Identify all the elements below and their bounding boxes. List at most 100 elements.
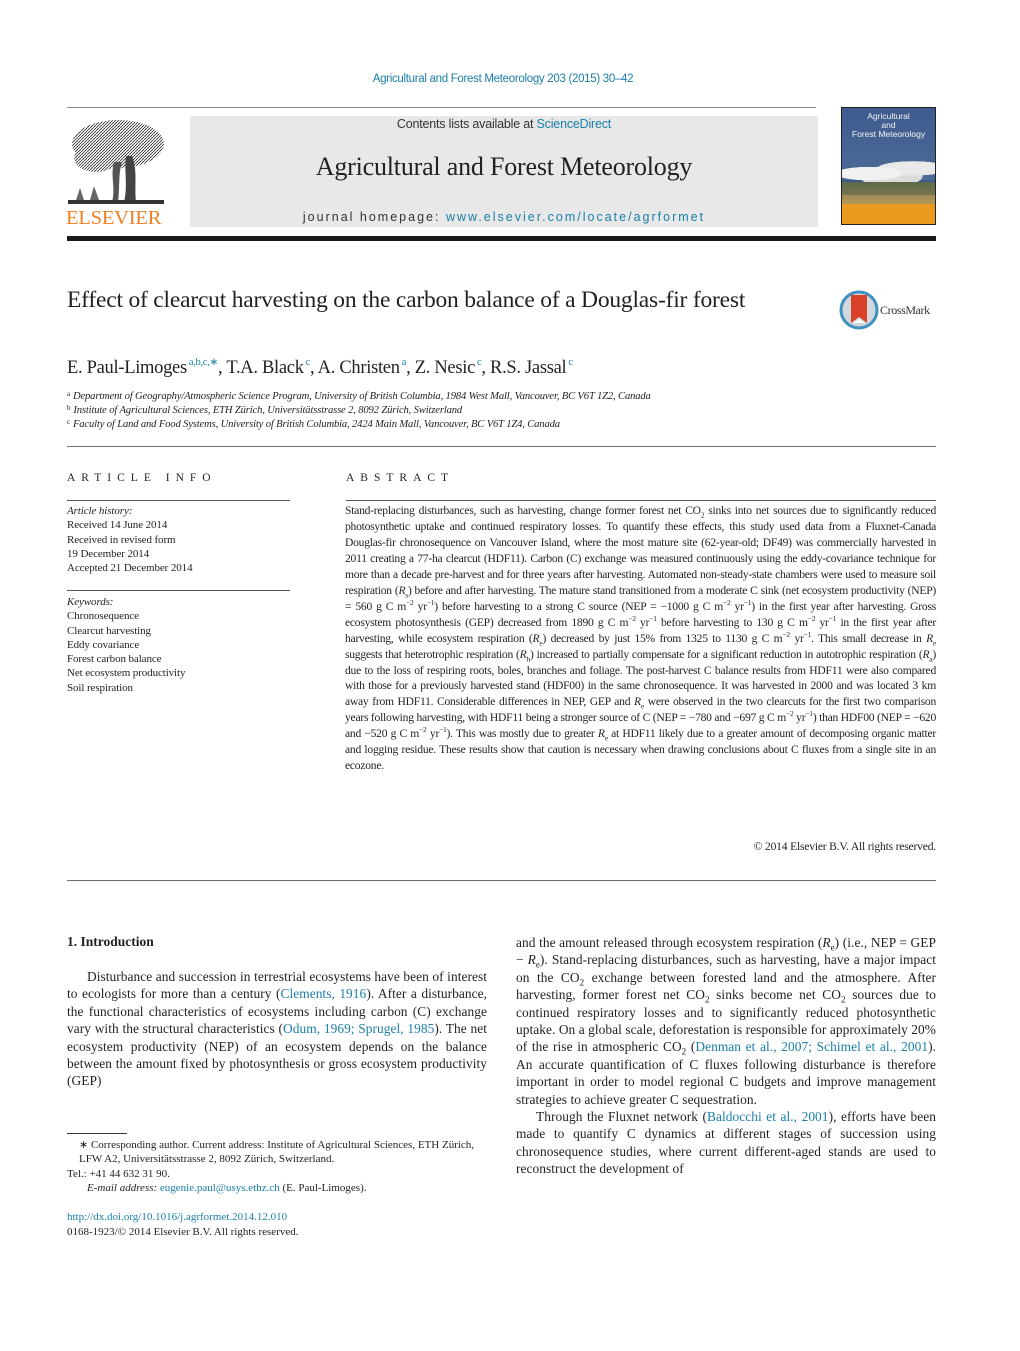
citation-link[interactable]: Denman et al., 2007; Schimel et al., 200… (695, 1039, 928, 1054)
author-name: A. Christen (317, 358, 400, 378)
subscript: e (830, 942, 835, 953)
author-affiliation-link[interactable]: c (568, 357, 573, 368)
cover-hills (842, 182, 935, 196)
history-item: Received in revised form (67, 533, 176, 546)
subscript: e (535, 960, 540, 971)
citation-link[interactable]: Baldocchi et al., 2001 (707, 1109, 829, 1124)
cover-title-line: Forest Meteorology (851, 129, 926, 139)
abstract-rule (346, 500, 936, 501)
math-symbol: R (527, 952, 536, 968)
body-paragraph: Through the Fluxnet network (Baldocchi e… (516, 1109, 936, 1177)
sciencedirect-link[interactable]: ScienceDirect (537, 117, 612, 131)
tree-icon (68, 120, 164, 204)
section-rule (67, 446, 936, 447)
subscript: 2 (681, 1047, 687, 1058)
author-affiliation-link[interactable]: a (402, 357, 407, 368)
header-rule (67, 107, 816, 108)
math-symbol: R (822, 935, 831, 950)
keywords-label: Keywords: (67, 596, 114, 608)
elsevier-wordmark: ELSEVIER (66, 207, 162, 229)
body-column-right: and the amount released through ecosyste… (516, 934, 936, 1178)
keyword: Net ecosystem productivity (67, 667, 186, 680)
superscript: −1 (649, 613, 657, 623)
superscript: −1 (805, 709, 813, 719)
author-name: Z. Nesic (414, 358, 476, 378)
footnote-rule (67, 1133, 127, 1134)
affiliation-text: Department of Geography/Atmospheric Scie… (72, 391, 651, 402)
superscript: −2 (628, 613, 636, 623)
keywords: Keywords: Chronosequence Clearcut harves… (67, 595, 185, 695)
subscript: e (604, 733, 608, 743)
affiliation-text: Faculty of Land and Food Systems, Univer… (72, 419, 560, 430)
crossmark-icon (839, 290, 879, 330)
article-info-rule (67, 590, 290, 591)
subscript: 2 (704, 994, 710, 1005)
superscript: −2 (406, 597, 414, 607)
article-info-rule (67, 500, 290, 501)
homepage-prefix: journal homepage: (302, 210, 446, 224)
math-symbol: R (926, 631, 933, 645)
affiliation-key: a (67, 390, 70, 398)
abstract-text: Stand-replacing disturbances, such as ha… (345, 504, 937, 773)
author-affiliation-link[interactable]: c (306, 357, 311, 368)
subscript: h (526, 653, 530, 663)
superscript: −1 (803, 629, 812, 639)
superscript: −1 (439, 725, 447, 735)
subscript: 2 (700, 510, 705, 520)
issn-copyright: 0168-1923/© 2014 Elsevier B.V. All right… (67, 1226, 299, 1238)
keyword: Soil respiration (67, 681, 133, 694)
affiliation: c Faculty of Land and Food Systems, Unive… (67, 418, 560, 430)
journal-homepage-link[interactable]: www.elsevier.com/locate/agrformet (446, 210, 705, 224)
email-suffix: (E. Paul-Limoges). (279, 1181, 367, 1194)
author-affiliation-link[interactable]: c (477, 357, 482, 368)
journal-cover-thumbnail[interactable]: Agricultural and Forest Meteorology (841, 107, 936, 225)
article-title: Effect of clearcut harvesting on the car… (67, 287, 746, 313)
email-link[interactable]: eugenie.paul@usys.ethz.ch (160, 1182, 280, 1194)
journal-citation-link[interactable]: Agricultural and Forest Meteorology 203 … (0, 73, 1006, 85)
body-paragraph: and the amount released through ecosyste… (516, 935, 936, 1107)
article-history: Article history: Received 14 June 2014 R… (67, 504, 193, 575)
subscript: e (539, 637, 543, 647)
citation-link[interactable]: Clements, 1916 (280, 986, 366, 1001)
superscript: −2 (807, 613, 816, 623)
subscript: e (640, 701, 644, 711)
citation-link[interactable]: Odum, 1969; Sprugel, 1985 (283, 1021, 434, 1036)
author-affiliation-link[interactable]: a,b,c,∗ (189, 357, 218, 368)
superscript: −1 (743, 597, 752, 607)
superscript: −2 (785, 709, 794, 719)
author[interactable]: A. Christen a (317, 357, 407, 378)
superscript: −1 (426, 597, 435, 607)
footnotes: ∗ Corresponding author. Current address:… (67, 1138, 487, 1195)
author-name: R.S. Jassal (490, 358, 567, 378)
body-paragraph: Disturbance and succession in terrestria… (67, 969, 488, 1089)
article-info-heading: ARTICLE INFO (67, 472, 217, 484)
cover-title: Agricultural and Forest Meteorology (842, 112, 935, 139)
abstract-heading: ABSTRACT (346, 472, 455, 484)
abstract-copyright: © 2014 Elsevier B.V. All rights reserved… (753, 840, 937, 853)
crossmark-label: CrossMark (880, 303, 930, 317)
math-symbol: R (597, 727, 605, 741)
keyword: Chronosequence (67, 610, 139, 623)
corresponding-author-note: ∗ Corresponding author. Current address:… (79, 1139, 475, 1166)
author-name: T.A. Black (226, 358, 304, 378)
superscript: −2 (782, 629, 790, 639)
author[interactable]: Z. Nesic c (414, 357, 482, 378)
superscript: −2 (722, 597, 731, 607)
contents-prefix: Contents lists available at (396, 117, 537, 131)
author[interactable]: R.S. Jassal c (490, 357, 573, 378)
cover-band (842, 204, 935, 224)
author[interactable]: E. Paul-Limoges a,b,c,∗ (67, 357, 218, 378)
history-item: 19 December 2014 (67, 547, 150, 560)
author[interactable]: T.A. Black c (226, 357, 311, 378)
affiliation-text: Institute of Agricultural Sciences, ETH … (73, 405, 463, 416)
subscript: 2 (841, 994, 846, 1005)
superscript: −1 (828, 613, 837, 623)
doi-link[interactable]: http://dx.doi.org/10.1016/j.agrformet.20… (67, 1211, 287, 1223)
subscript: e (932, 637, 936, 647)
history-item: Received 14 June 2014 (67, 519, 168, 532)
telephone-note: Tel.: +41 44 632 31 90. (67, 1167, 170, 1180)
article-history-label: Article history: (67, 505, 133, 517)
affiliation-key: b (67, 404, 71, 412)
affiliation: a Department of Geography/Atmospheric Sci… (67, 390, 651, 402)
superscript: −2 (419, 725, 427, 735)
